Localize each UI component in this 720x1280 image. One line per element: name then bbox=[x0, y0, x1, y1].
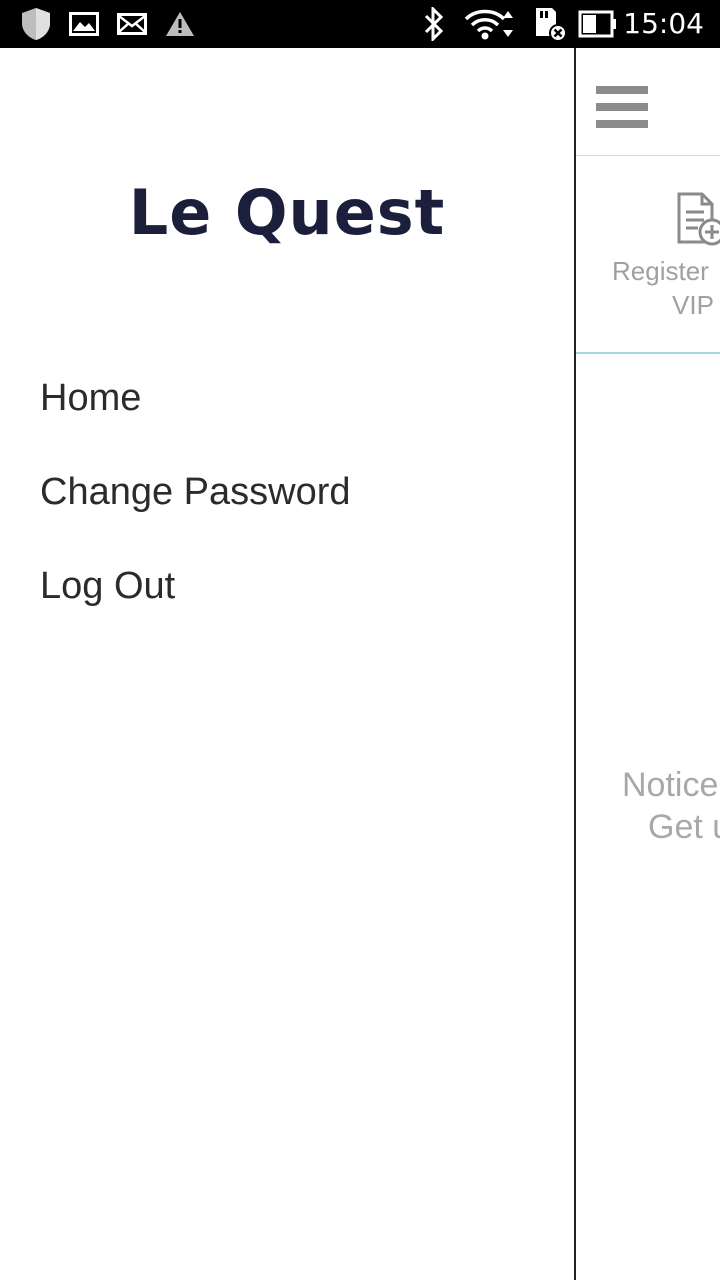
warning-icon bbox=[164, 0, 196, 48]
image-icon bbox=[68, 0, 100, 48]
bluetooth-icon bbox=[420, 0, 448, 48]
app-title: Le Quest bbox=[128, 176, 446, 249]
drawer-item-home[interactable]: Home bbox=[40, 374, 351, 468]
register-label-line1: Register bbox=[612, 256, 709, 286]
status-bar: 15:04 bbox=[0, 0, 720, 48]
document-add-icon bbox=[676, 192, 720, 253]
main-screen: Register VIP Notice Get u bbox=[574, 48, 720, 1280]
wifi-icon bbox=[464, 0, 520, 48]
action-area: Register VIP bbox=[576, 156, 720, 354]
clock-time: 15:04 bbox=[623, 7, 704, 40]
sd-card-icon bbox=[532, 0, 568, 48]
notice-line1: Notice bbox=[622, 766, 719, 804]
register-vip-button[interactable]: Register VIP bbox=[576, 156, 720, 354]
drawer-menu: Home Change Password Log Out bbox=[40, 374, 351, 656]
drawer-item-change-password[interactable]: Change Password bbox=[40, 468, 351, 562]
register-vip-label: Register VIP bbox=[612, 254, 720, 322]
hamburger-menu-icon[interactable] bbox=[596, 86, 648, 132]
battery-icon bbox=[578, 0, 618, 48]
app-bar bbox=[576, 48, 720, 156]
register-label-line2: VIP bbox=[672, 290, 714, 320]
shield-icon bbox=[20, 0, 52, 48]
notice-text: Notice Get u bbox=[622, 764, 720, 848]
navigation-drawer: Le Quest Home Change Password Log Out bbox=[0, 48, 574, 1280]
mail-icon bbox=[116, 0, 148, 48]
notice-line2: Get u bbox=[648, 808, 720, 846]
drawer-item-log-out[interactable]: Log Out bbox=[40, 562, 351, 656]
